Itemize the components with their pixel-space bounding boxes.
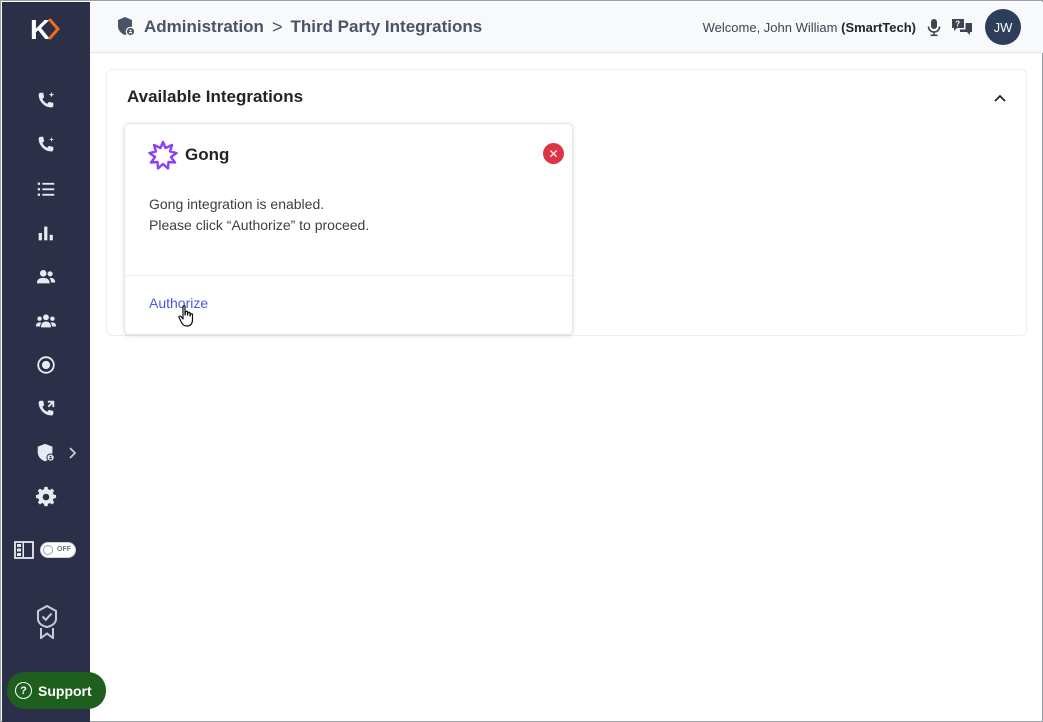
status-line: Gong integration is enabled. [149,196,325,212]
user-group-icon [36,270,56,284]
integration-name: Gong [185,145,230,164]
app-logo[interactable]: K [30,14,64,44]
close-icon: ✕ [548,146,559,161]
svg-text:?: ? [955,20,960,29]
org-name: (SmartTech) [841,20,916,35]
chevron-right-icon[interactable] [66,446,78,460]
sidebar-item-list[interactable] [2,171,90,207]
welcome-text: Welcome, John William (SmartTech) [703,20,916,35]
breadcrumb: Administration > Third Party Integration… [116,16,482,38]
film-panel-icon [14,541,34,559]
gong-logo-icon [148,140,178,170]
certificate-badge-icon[interactable] [36,605,58,639]
help-circle-icon: ? [15,682,32,699]
sidebar-item-recordings[interactable] [2,347,90,383]
support-label: Support [38,682,92,699]
breadcrumb-separator: > [271,16,283,37]
support-button[interactable]: ? Support [7,672,106,709]
sidebar-item-calls-ai[interactable] [2,83,90,119]
chevron-up-icon[interactable] [992,90,1008,106]
app-window: K OFF ? Support Administration > Third P… [0,0,1043,722]
sidebar: K OFF [2,2,90,722]
toggle-state-label: OFF [57,546,71,553]
breadcrumb-current: Third Party Integrations [290,17,483,36]
shield-admin-icon [118,17,136,37]
bar-chart-icon [38,226,53,241]
mode-toggle[interactable]: OFF [40,542,76,558]
breadcrumb-administration[interactable]: Administration [144,17,264,37]
instruction-line: Please click “Authorize” to proceed. [149,217,370,233]
sidebar-item-users[interactable] [2,303,90,339]
disable-integration-button[interactable]: ✕ [543,143,564,164]
avatar[interactable]: JW [985,9,1021,45]
record-icon [37,356,55,374]
top-header: Administration > Third Party Integration… [90,2,1043,53]
sidebar-item-new-call[interactable] [2,127,90,163]
view-mode-row: OFF [14,539,80,561]
chat-help-icon[interactable]: ? [951,17,973,37]
card-divider [125,275,572,276]
toggle-knob [43,545,53,555]
users-icon [35,314,57,328]
sidebar-item-settings[interactable] [2,479,90,515]
phone-add-icon [38,136,55,152]
shield-admin-icon [37,443,55,462]
section-title: Available Integrations [127,87,304,106]
list-icon [37,182,55,196]
sidebar-item-call-routing[interactable] [2,391,90,427]
sidebar-item-team[interactable] [2,259,90,295]
welcome-user: Welcome, John William [702,20,838,35]
available-integrations-panel: Available Integrations Gong ✕ Gong integ… [106,69,1027,336]
phone-sparkle-icon [38,91,55,108]
gear-icon [35,486,57,507]
microphone-icon[interactable] [924,17,944,37]
hand-pointer-icon [178,305,194,327]
phone-forward-icon [38,400,55,416]
svg-text:K: K [30,14,50,44]
sidebar-item-reports[interactable] [2,215,90,251]
integration-description: Gong integration is enabled. Please clic… [149,194,369,236]
